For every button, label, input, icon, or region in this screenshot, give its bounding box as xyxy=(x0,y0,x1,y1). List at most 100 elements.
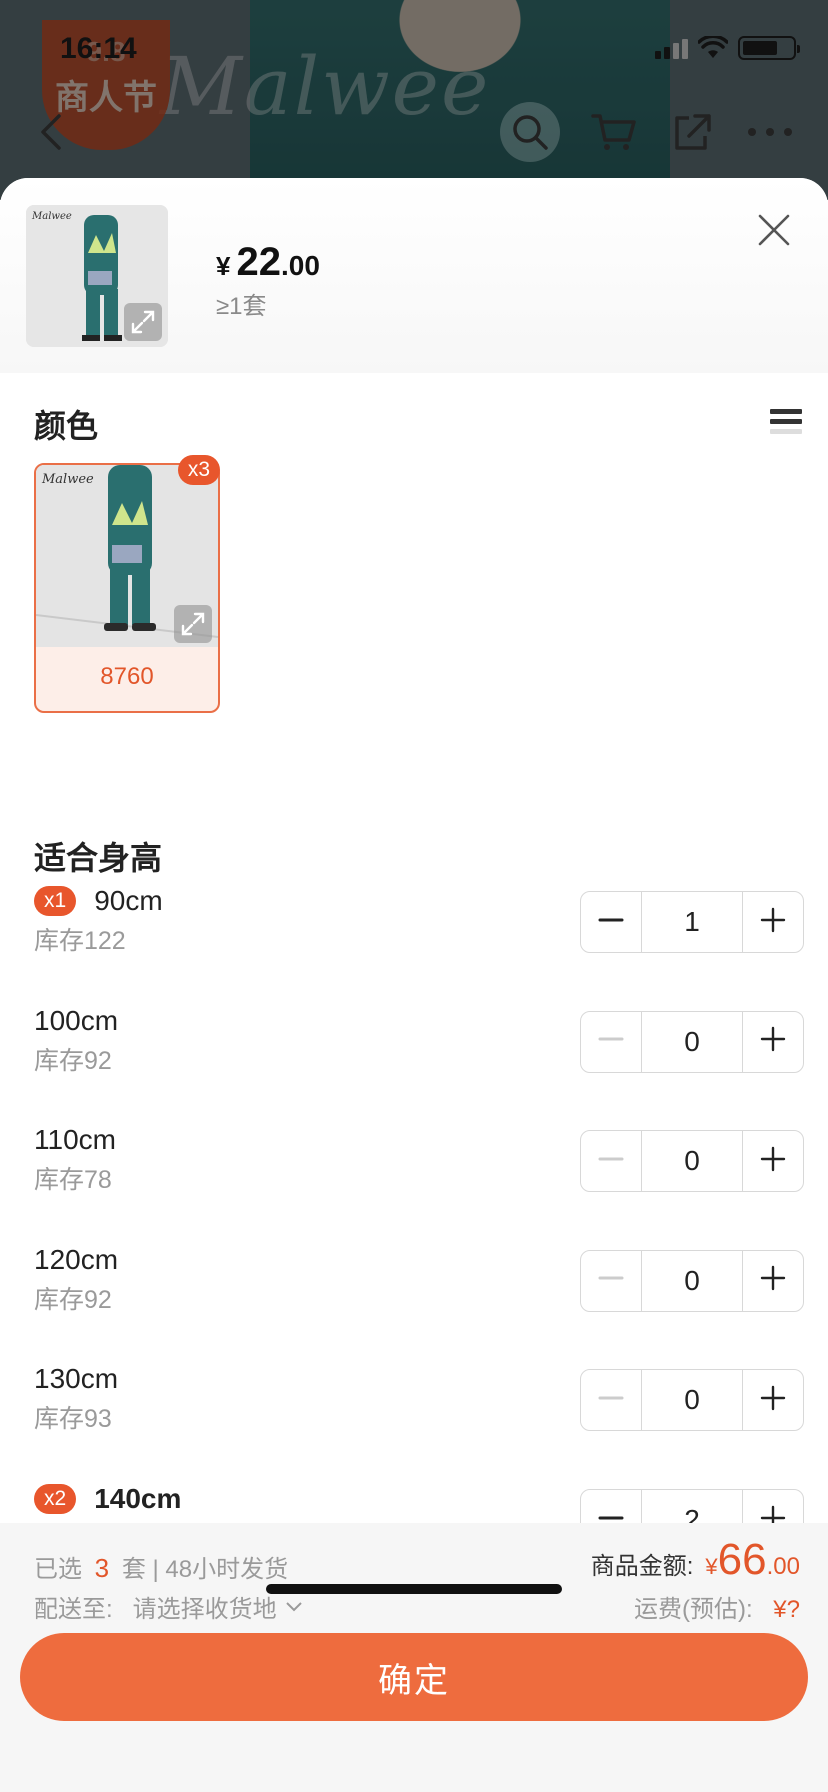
size-section-title: 适合身高 xyxy=(34,840,163,876)
more-icon xyxy=(748,128,792,136)
size-top: x1 90cm xyxy=(34,881,163,921)
expand-icon[interactable] xyxy=(124,303,162,341)
quantity-value[interactable]: 0 xyxy=(641,1011,743,1072)
size-qty-badge: x2 xyxy=(34,1484,77,1514)
plus-icon xyxy=(760,1265,786,1296)
confirm-button[interactable]: 确定 xyxy=(20,1633,808,1721)
color-option-card[interactable]: Malwee 8760 x3 xyxy=(34,455,220,713)
increment-button[interactable] xyxy=(743,1370,803,1430)
decrement-button[interactable] xyxy=(581,892,641,952)
chevron-down-icon xyxy=(285,1601,302,1611)
options-panel: 颜色 Malwee 8760 x3 适合身高 x1 90cm 库存122 1 1… xyxy=(14,373,814,1553)
size-name: 130cm xyxy=(34,1363,119,1395)
quantity-value[interactable]: 0 xyxy=(641,1250,743,1311)
delivery-address-selector[interactable]: 配送至: 请选择收货地 xyxy=(34,1589,303,1624)
color-section-title: 颜色 xyxy=(34,408,99,444)
increment-button[interactable] xyxy=(743,892,803,952)
price-currency: ¥ xyxy=(216,251,231,281)
quantity-stepper: 0 xyxy=(580,1369,804,1432)
size-name: 120cm xyxy=(34,1243,119,1275)
background-product-page: Malwee 9.8 商人节 xyxy=(0,0,828,200)
quantity-value[interactable]: 0 xyxy=(641,1370,743,1431)
order-footer: 已选 3 套 | 48小时发货 配送至: 请选择收货地 商品金额: ¥ 66 .… xyxy=(0,1523,828,1792)
shipping-estimate: 运费(预估): ¥? xyxy=(634,1589,800,1624)
quantity-value[interactable]: 0 xyxy=(641,1131,743,1192)
size-top: 130cm xyxy=(34,1359,118,1399)
minus-icon xyxy=(598,907,624,938)
search-icon xyxy=(513,115,548,150)
increment-button[interactable] xyxy=(743,1251,803,1311)
minus-icon xyxy=(598,1026,624,1057)
share-button[interactable] xyxy=(662,102,722,162)
signal-icon xyxy=(655,37,688,59)
list-view-toggle[interactable] xyxy=(770,409,802,443)
selected-count: 3 xyxy=(94,1553,110,1583)
min-order-qty: ≥1套 xyxy=(216,293,267,320)
increment-button[interactable] xyxy=(743,1131,803,1191)
total-currency: ¥ xyxy=(705,1554,718,1579)
wifi-icon xyxy=(698,36,728,58)
total-label: 商品金额: xyxy=(590,1553,694,1580)
nav-bar xyxy=(0,102,828,166)
back-button[interactable] xyxy=(22,102,82,162)
plus-icon xyxy=(760,907,786,938)
size-row: 110cm 库存78 0 xyxy=(34,1120,804,1230)
total-integer: 66 xyxy=(717,1535,767,1584)
shipping-label: 运费(预估): xyxy=(633,1596,753,1623)
cart-icon xyxy=(591,114,636,150)
size-row: 130cm 库存93 0 xyxy=(34,1359,804,1469)
deliver-label: 配送至: xyxy=(34,1596,113,1623)
sku-selector-sheet: Malwee ¥ 22 .00 ≥1套 颜色 Malwee 8760 x3 适合… xyxy=(0,178,828,1792)
share-icon xyxy=(675,114,711,150)
quantity-stepper: 1 xyxy=(580,891,804,953)
status-time: 16:14 xyxy=(60,32,137,65)
size-top: 100cm xyxy=(34,1001,118,1041)
status-icons xyxy=(655,36,800,60)
sheet-header: Malwee ¥ 22 .00 ≥1套 xyxy=(0,178,828,373)
minus-icon xyxy=(598,1146,624,1177)
minus-icon xyxy=(598,1385,624,1416)
size-top: 110cm xyxy=(34,1120,116,1160)
battery-icon xyxy=(738,36,800,60)
size-row: 100cm 库存92 0 xyxy=(34,1001,804,1111)
decrement-button[interactable] xyxy=(581,1012,641,1072)
size-name: 110cm xyxy=(34,1124,116,1156)
color-option-label: 8760 xyxy=(100,663,154,690)
cart-button[interactable] xyxy=(584,102,644,162)
size-name: 90cm xyxy=(94,885,163,916)
decrement-button[interactable] xyxy=(581,1370,641,1430)
expand-icon[interactable] xyxy=(174,605,212,643)
size-qty-badge: x1 xyxy=(34,886,77,916)
size-stock: 库存78 xyxy=(34,1166,112,1195)
total-decimal: .00 xyxy=(766,1553,800,1580)
more-button[interactable] xyxy=(740,102,800,162)
quantity-value[interactable]: 1 xyxy=(641,892,743,952)
increment-button[interactable] xyxy=(743,1012,803,1072)
overlay-dim[interactable] xyxy=(0,0,828,200)
selected-suffix: 套 | 48小时发货 xyxy=(121,1556,289,1583)
selected-summary: 已选 3 套 | 48小时发货 xyxy=(34,1549,288,1584)
svg-text:Malwee: Malwee xyxy=(41,472,94,487)
size-top: x2 140cm xyxy=(34,1479,181,1519)
size-stock: 库存92 xyxy=(34,1046,112,1075)
quantity-stepper: 0 xyxy=(580,1249,804,1312)
color-qty-badge: x3 xyxy=(177,455,220,485)
plus-icon xyxy=(760,1385,786,1416)
minus-icon xyxy=(598,1265,624,1296)
search-button[interactable] xyxy=(500,102,560,162)
size-name: 100cm xyxy=(34,1004,119,1036)
product-thumbnail[interactable]: Malwee xyxy=(26,205,168,347)
size-row: x1 90cm 库存122 1 xyxy=(34,881,804,991)
close-icon xyxy=(758,214,790,246)
price-decimal: .00 xyxy=(280,250,320,281)
size-name: 140cm xyxy=(94,1483,182,1514)
selected-prefix: 已选 xyxy=(34,1556,82,1583)
home-indicator xyxy=(266,1584,562,1594)
size-stock: 库存92 xyxy=(34,1285,112,1314)
decrement-button[interactable] xyxy=(581,1251,641,1311)
close-button[interactable] xyxy=(756,212,792,248)
shipping-value: ¥? xyxy=(773,1596,800,1623)
size-stock: 库存122 xyxy=(34,927,126,955)
back-icon xyxy=(41,114,61,150)
decrement-button[interactable] xyxy=(581,1131,641,1191)
